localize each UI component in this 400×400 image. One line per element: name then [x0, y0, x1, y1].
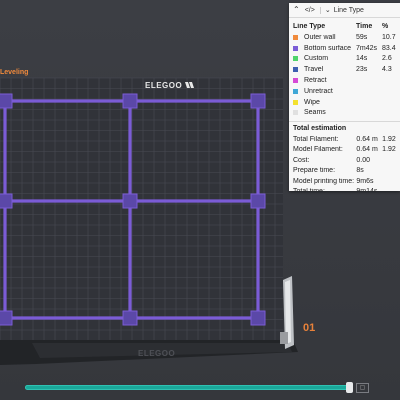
line-type-time: 14s: [356, 55, 368, 63]
line-type-percent: 4.3: [382, 66, 392, 74]
legend-name: Bottom surface: [293, 45, 356, 52]
total-row: Cost: 0.00: [289, 155, 400, 165]
total-value: 0.00: [356, 156, 371, 164]
legend-name: Travel: [293, 66, 356, 73]
total-label: Model printing time:: [293, 177, 355, 185]
view-type-dropdown[interactable]: ⌄ Line Type: [319, 6, 364, 14]
color-swatch: [293, 99, 298, 105]
legend-rows: Outer wall 59s 10.7 Bottom surface 7m42s 83.4…: [289, 32, 400, 118]
total-value: 9m14s: [356, 188, 382, 191]
line-type-percent: 83.4: [382, 44, 396, 52]
legend-row[interactable]: Custom 14s 2.6: [289, 54, 400, 65]
color-swatch: [293, 56, 298, 62]
legend-row[interactable]: Travel 23s 4.3: [289, 64, 400, 75]
total-row: Total Filament: 0.64 m 1.92: [289, 134, 400, 144]
column-header-time: Time: [356, 22, 373, 30]
total-label: Total Filament:: [293, 136, 339, 144]
layer-number: 01: [303, 322, 316, 334]
slider-end-icon: ▢: [359, 385, 366, 391]
color-swatch: [293, 45, 298, 51]
legend-row[interactable]: Retract: [289, 75, 400, 86]
line-type-label: Bottom surface: [304, 44, 352, 52]
line-type-label: Travel: [304, 66, 324, 74]
legend-row[interactable]: Bottom surface 7m42s 83.4: [289, 43, 400, 54]
total-row: Model Filament: 0.64 m 1.92: [289, 145, 400, 155]
collapse-icon[interactable]: ⌃: [293, 6, 300, 14]
total-label: Model Filament:: [293, 146, 343, 154]
line-type-time: 23s: [356, 66, 368, 74]
total-label: Prepare time:: [293, 167, 336, 175]
legend-row[interactable]: Wipe: [289, 97, 400, 108]
line-type-label: Outer wall: [304, 33, 336, 41]
total-value: 0.64 m: [356, 136, 378, 144]
code-icon[interactable]: </>: [305, 7, 315, 14]
total-label: Cost:: [293, 156, 310, 164]
total-label: Total time:: [293, 188, 356, 191]
line-type-label: Seams: [304, 109, 326, 117]
panel-toolbar: ⌃ </> ⌄ Line Type: [289, 3, 400, 18]
gcode-legend-panel: ⌃ </> ⌄ Line Type Line Type Time % Outer…: [289, 3, 400, 191]
plate-logo: ELEGOO: [145, 81, 182, 90]
total-value: 0.64 m: [356, 146, 378, 154]
view-type-value: Line Type: [333, 6, 364, 14]
color-swatch: [293, 67, 298, 73]
line-type-label: Custom: [304, 55, 329, 63]
line-type-time: 7m42s: [356, 44, 378, 52]
column-header-percent: %: [382, 22, 389, 30]
legend-name: Wipe: [293, 99, 356, 106]
build-plate: [0, 78, 283, 340]
line-type-percent: 10.7: [382, 33, 396, 41]
legend-name: Custom: [293, 55, 356, 62]
legend-row[interactable]: Seams: [289, 108, 400, 119]
color-swatch: [293, 110, 298, 116]
legend-row[interactable]: Outer wall 59s 10.7: [289, 32, 400, 43]
total-estimation-title: Total estimation: [289, 121, 400, 134]
legend-name: Outer wall: [293, 34, 356, 41]
plate-front-logo: ELEGOO: [138, 349, 175, 358]
color-swatch: [293, 34, 298, 40]
legend-header: Line Type Time %: [289, 20, 400, 32]
column-header-line-type: Line Type: [293, 22, 326, 30]
total-value-2: 1.92: [382, 146, 396, 154]
color-swatch: [293, 78, 298, 84]
layer-slider-end-button[interactable]: ▢: [356, 383, 369, 393]
total-estimation-rows: Total Filament: 0.64 m 1.92 Model Filament:…: [289, 134, 400, 191]
legend-name: Seams: [293, 109, 356, 116]
total-value: 9m6s: [356, 177, 374, 185]
total-value-2: 1.92: [382, 136, 396, 144]
color-swatch: [293, 88, 298, 94]
chevron-down-icon: ⌄: [324, 6, 331, 14]
total-row: Model printing time: 9m6s: [289, 176, 400, 186]
timelapse-leveling-label: Leveling: [0, 69, 29, 76]
total-row: Prepare time: 8s: [289, 166, 400, 176]
total-row: Total time:9m14s: [289, 186, 400, 191]
legend-name: Retract: [293, 77, 356, 84]
legend-row[interactable]: Unretract: [289, 86, 400, 97]
line-type-time: 59s: [356, 33, 368, 41]
legend-name: Unretract: [293, 88, 356, 95]
line-type-label: Retract: [304, 77, 327, 85]
line-type-label: Wipe: [304, 98, 320, 106]
line-type-percent: 2.6: [382, 55, 392, 63]
layer-slider-thumb[interactable]: [346, 382, 353, 393]
layer-slider-track[interactable]: [25, 385, 353, 390]
total-value: 8s: [356, 167, 364, 175]
line-type-label: Unretract: [304, 87, 333, 95]
